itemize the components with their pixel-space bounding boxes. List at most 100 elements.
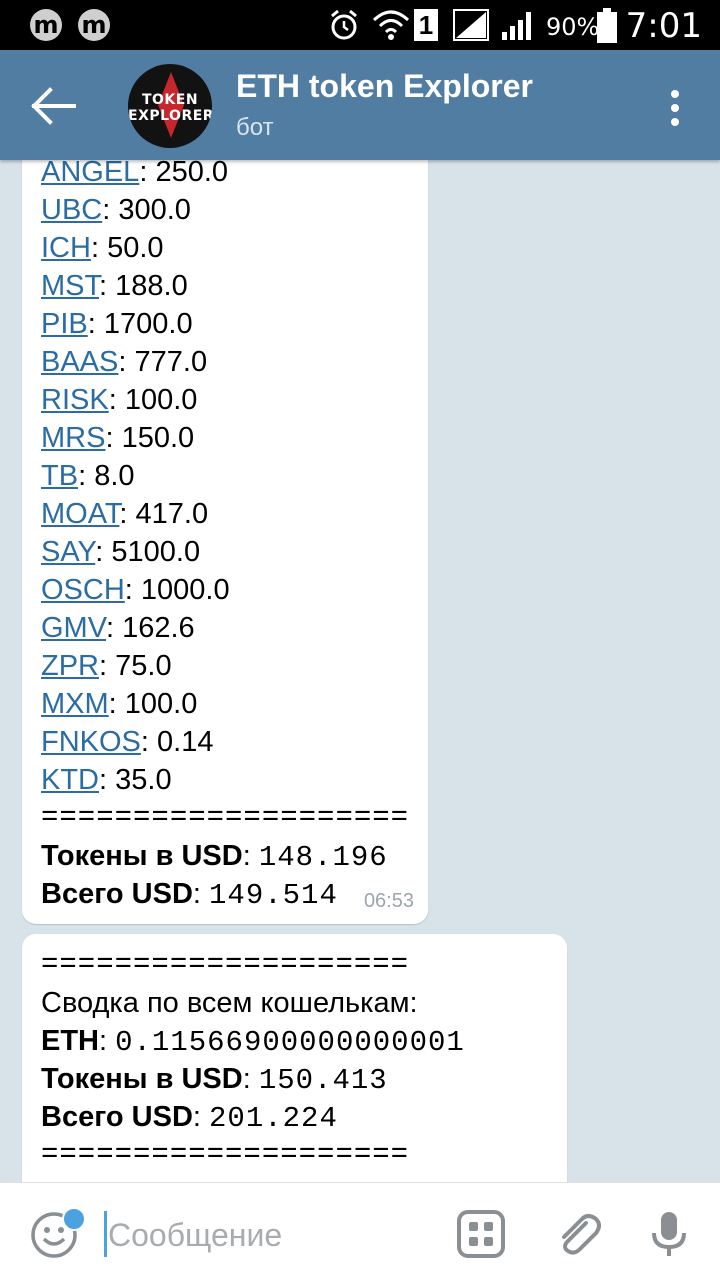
signal-sim1-icon [453, 9, 489, 41]
avatar-text-top: TOKEN [141, 92, 199, 108]
microphone-icon[interactable] [644, 1209, 694, 1259]
token-amount: 0.14 [157, 726, 214, 758]
total-usd-value: 201.224 [209, 1102, 338, 1135]
token-link[interactable]: MXM [41, 688, 109, 720]
token-link[interactable]: FNKOS [41, 726, 141, 758]
token-link[interactable]: PIB [41, 308, 88, 340]
separator-line: ==================== [41, 948, 410, 981]
total-usd-row: Всего USD: 149.514 [41, 878, 338, 912]
token-link[interactable]: ZPR [41, 650, 99, 682]
tokens-usd-row: Токены в USD: 148.196 [41, 840, 388, 874]
text-cursor [104, 1211, 107, 1257]
token-row: SAY: 5100.0 [41, 536, 201, 568]
token-link[interactable]: BAAS [41, 346, 118, 378]
token-row: UBC: 300.0 [41, 194, 191, 226]
chat-subtitle: бот [236, 114, 274, 141]
wifi-icon [372, 10, 410, 40]
message-text: ANGEL: 250.0 UBC: 300.0 ICH: 50.0 MST: 1… [41, 160, 409, 913]
tokens-usd-row: Токены в USD: 150.413 [41, 1063, 388, 1097]
eth-row: ETH: 0.11566900000000001 [41, 1025, 465, 1059]
battery-percent: 90% [546, 13, 600, 41]
token-amount: 8.0 [94, 460, 135, 492]
chat-area[interactable]: ANGEL: 250.0 UBC: 300.0 ICH: 50.0 MST: 1… [0, 160, 720, 1182]
tokens-usd-label: Токены в USD [41, 840, 243, 872]
token-amount: 150.0 [121, 422, 195, 454]
token-row: PIB: 1700.0 [41, 308, 193, 340]
token-amount: 5100.0 [111, 536, 201, 568]
token-row: MXM: 100.0 [41, 688, 198, 720]
token-row: MRS: 150.0 [41, 422, 195, 454]
bot-avatar[interactable]: TOKEN EXPLORER [128, 64, 212, 148]
token-row: GMV: 162.6 [41, 612, 195, 644]
token-row: ZPR: 75.0 [41, 650, 172, 682]
token-amount: 100.0 [124, 688, 198, 720]
token-row: KTD: 35.0 [41, 764, 172, 796]
clock: 7:01 [625, 6, 702, 46]
token-row: RISK: 100.0 [41, 384, 198, 416]
status-bar: m m 1 90% 7:01 [0, 0, 720, 50]
token-link[interactable]: TB [41, 460, 78, 492]
token-link[interactable]: ICH [41, 232, 91, 264]
token-link[interactable]: MRS [41, 422, 105, 454]
token-amount: 35.0 [115, 764, 172, 796]
sim-slot-icon: 1 [414, 9, 438, 41]
token-row: TB: 8.0 [41, 460, 135, 492]
token-amount: 50.0 [107, 232, 164, 264]
signal-sim2-icon [502, 12, 531, 40]
separator-line-bottom: ==================== [41, 1138, 410, 1171]
token-amount: 1000.0 [140, 574, 230, 606]
token-link[interactable]: GMV [41, 612, 106, 644]
token-row: MOAT: 417.0 [41, 498, 209, 530]
message-bubble: ANGEL: 250.0 UBC: 300.0 ICH: 50.0 MST: 1… [22, 160, 428, 924]
eth-value: 0.11566900000000001 [115, 1026, 465, 1059]
token-row: OSCH: 1000.0 [41, 574, 230, 606]
token-amount: 250.0 [155, 160, 229, 188]
chat-header: TOKEN EXPLORER ETH token Explorer бот [0, 50, 720, 160]
tokens-usd-label: Токены в USD [41, 1063, 243, 1095]
token-link[interactable]: ANGEL [41, 160, 139, 188]
message-text: ==================== Сводка по всем коше… [41, 946, 465, 1174]
more-options-icon[interactable] [670, 90, 680, 126]
back-arrow-icon[interactable] [30, 84, 80, 128]
token-link[interactable]: UBC [41, 194, 102, 226]
alarm-icon [331, 9, 357, 40]
notification-dot [62, 1207, 86, 1231]
total-usd-label: Всего USD [41, 878, 193, 910]
eth-label: ETH [41, 1025, 99, 1057]
token-amount: 100.0 [124, 384, 198, 416]
token-row: BAAS: 777.0 [41, 346, 208, 378]
token-link[interactable]: OSCH [41, 574, 125, 606]
token-row: MST: 188.0 [41, 270, 188, 302]
token-amount: 777.0 [134, 346, 208, 378]
bot-commands-icon[interactable] [456, 1209, 506, 1259]
total-usd-value: 149.514 [209, 879, 338, 912]
token-link[interactable]: SAY [41, 536, 95, 568]
token-amount: 300.0 [118, 194, 191, 226]
notification-app-icon: m [30, 9, 62, 41]
token-link[interactable]: KTD [41, 764, 99, 796]
attach-icon[interactable] [552, 1209, 602, 1259]
avatar-text-bottom: EXPLORER [128, 108, 212, 124]
chat-title[interactable]: ETH token Explorer [236, 68, 533, 105]
notification-app-icon-2: m [78, 9, 110, 41]
token-row: ANGEL: 250.0 [41, 160, 409, 191]
summary-heading: Сводка по всем кошелькам: [41, 987, 418, 1019]
token-link[interactable]: RISK [41, 384, 109, 416]
separator-line: ==================== [41, 801, 410, 834]
token-row: ICH: 50.0 [41, 232, 164, 264]
token-link[interactable]: MOAT [41, 498, 119, 530]
token-amount: 75.0 [115, 650, 172, 682]
token-amount: 1700.0 [103, 308, 193, 340]
message-bubble-summary: ==================== Сводка по всем коше… [22, 934, 567, 1182]
tokens-usd-value: 150.413 [258, 1064, 388, 1097]
token-amount: 162.6 [122, 612, 195, 644]
message-input[interactable] [108, 1213, 428, 1257]
token-row: FNKOS: 0.14 [41, 726, 214, 758]
total-usd-label: Всего USD [41, 1101, 193, 1133]
message-input-bar [0, 1182, 720, 1281]
battery-icon [597, 8, 617, 43]
total-usd-row: Всего USD: 201.224 [41, 1101, 338, 1135]
message-time: 06:53 [363, 890, 414, 912]
token-link[interactable]: MST [41, 270, 99, 302]
token-amount: 417.0 [135, 498, 209, 530]
